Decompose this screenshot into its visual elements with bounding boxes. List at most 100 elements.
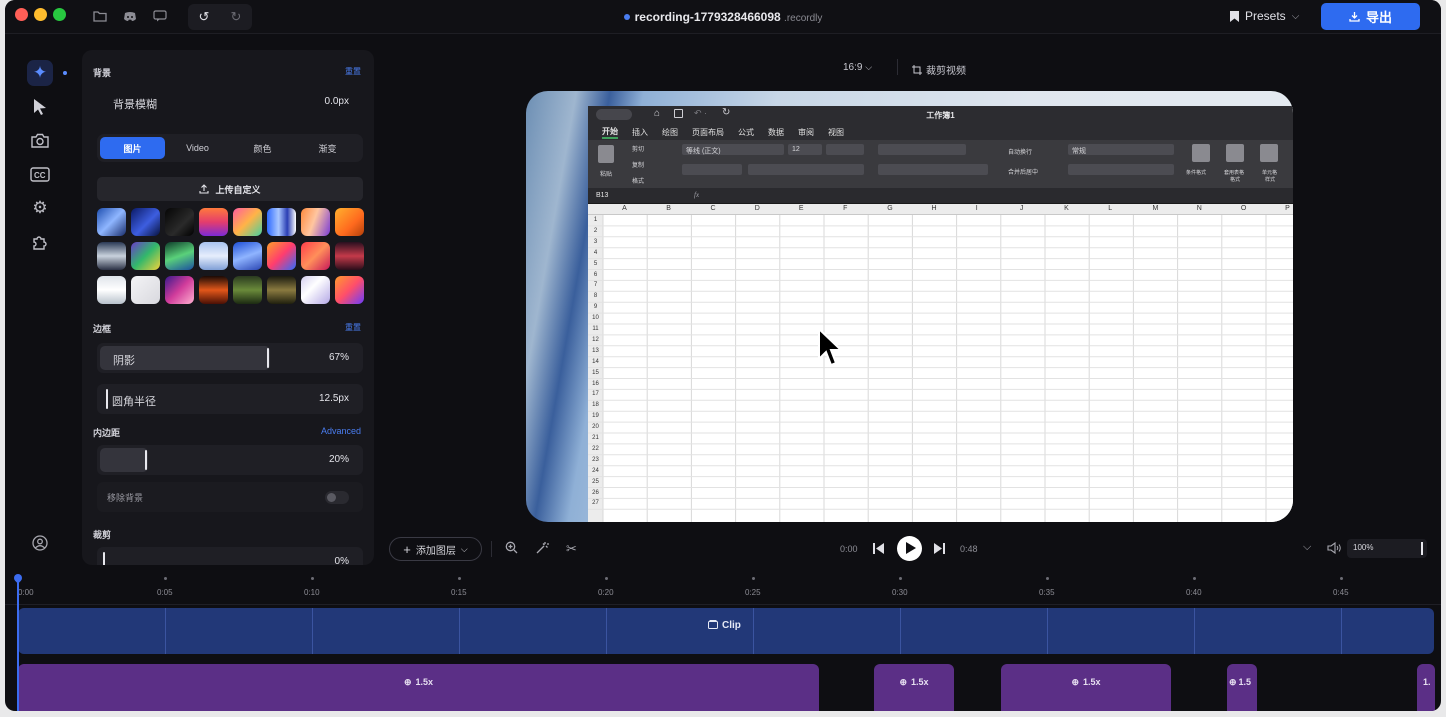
column-header: D [754, 205, 760, 212]
excel-ribbon: 粘贴 剪切 复制 格式 等线 (正文) 12 自动换行 合并后居中 常规 条件格… [588, 140, 1293, 188]
play-button[interactable] [897, 536, 922, 561]
settings-icon[interactable]: ⚙ [27, 195, 53, 221]
background-reset-link[interactable]: 重置 [345, 66, 361, 77]
border-reset-link[interactable]: 重置 [345, 322, 361, 333]
wallpaper-thumb[interactable] [233, 208, 262, 236]
wallpaper-thumb[interactable] [233, 242, 262, 270]
padding-advanced-link[interactable]: Advanced [321, 426, 361, 436]
zoom-in-icon[interactable] [505, 541, 518, 557]
wallpaper-thumb[interactable] [301, 242, 330, 270]
ruler-label: 0:25 [745, 588, 761, 597]
clip-frame-divider [606, 608, 607, 654]
wallpaper-thumb[interactable] [199, 276, 228, 304]
padding-slider-knob[interactable] [145, 450, 147, 470]
zoom-segment[interactable]: ⊕ 1.5x [874, 664, 954, 711]
column-header: B [666, 205, 671, 212]
column-header: G [887, 205, 893, 212]
column-header: J [1019, 205, 1024, 212]
wallpaper-thumb[interactable] [131, 208, 160, 236]
corner-radius-value: 12.5px [318, 393, 349, 404]
background-blur-row[interactable]: 背景模糊 0.0px [97, 87, 363, 117]
tab-gradient[interactable]: 渐变 [295, 137, 360, 159]
timeline-ruler[interactable]: 0:00 0:05 0:10 0:15 0:20 0:25 0:30 0:35 0:40 0:45… [17, 575, 1441, 605]
magic-wand-icon[interactable] [536, 541, 549, 557]
excel-window: ⌂ ↶ · ↻ 工作簿1 开始 插入 绘图 页面布局 公式 数据 审阅 视图 粘… [588, 106, 1293, 522]
tab-color[interactable]: 颜色 [230, 137, 295, 159]
corner-radius-slider-knob[interactable] [106, 389, 108, 409]
skip-forward-icon[interactable] [934, 542, 945, 557]
background-section-title: 背景 [93, 68, 112, 78]
paste-icon [598, 145, 614, 163]
cell-style-icon [1260, 144, 1278, 162]
wallpaper-thumb[interactable] [131, 242, 160, 270]
clip-block[interactable]: Clip [708, 620, 741, 631]
ruler-label: 0:45 [1333, 588, 1349, 597]
ruler-label: 0:05 [157, 588, 173, 597]
chevron-down-icon[interactable]: ⌵ [1303, 541, 1311, 554]
remove-background-toggle[interactable] [325, 491, 349, 504]
wallpaper-thumb[interactable] [335, 276, 364, 304]
wallpaper-thumb[interactable] [233, 276, 262, 304]
crop-video-button[interactable]: 裁剪视频 [912, 62, 966, 77]
timeline-zoom-knob[interactable] [1421, 542, 1423, 555]
window-title: recording-1779328466098 .recordly [5, 10, 1441, 24]
timeline-zoom-slider[interactable]: 100% [1347, 539, 1427, 558]
volume-icon[interactable] [1327, 541, 1341, 557]
wallpaper-thumb[interactable] [165, 276, 194, 304]
zoom-segment[interactable]: ⊕ 1.5 [1227, 664, 1257, 711]
wallpaper-thumb[interactable] [301, 276, 330, 304]
column-header: P [1285, 205, 1290, 212]
tab-image[interactable]: 图片 [100, 137, 165, 159]
wallpaper-thumb[interactable] [335, 242, 364, 270]
extensions-icon[interactable] [27, 229, 53, 255]
wallpaper-thumb[interactable] [165, 242, 194, 270]
zoom-segment[interactable]: ⊕ 1.5x [1001, 664, 1171, 711]
wallpaper-thumb[interactable] [301, 208, 330, 236]
scissors-icon[interactable]: ✂ [566, 541, 577, 557]
ruler-divider [5, 604, 1441, 605]
row-header: 14 [592, 358, 599, 365]
shadow-slider[interactable]: 阴影 67% [97, 343, 363, 373]
app-window: ↺ ↻ recording-1779328466098 .recordly Pr… [5, 0, 1441, 711]
column-header: C [710, 205, 716, 212]
cursor-icon[interactable] [27, 94, 53, 120]
wallpaper-thumb[interactable] [267, 208, 296, 236]
font-grow-buttons [826, 144, 864, 155]
video-preview-canvas[interactable]: ⌂ ↶ · ↻ 工作簿1 开始 插入 绘图 页面布局 公式 数据 审阅 视图 粘… [526, 91, 1293, 522]
zoom-segment[interactable]: 1. [1417, 664, 1435, 711]
export-button[interactable]: 导出 [1321, 3, 1420, 30]
wallpaper-thumb[interactable] [97, 242, 126, 270]
skip-back-icon[interactable] [873, 542, 884, 557]
crop-slider[interactable]: 0% [97, 547, 363, 565]
wallpaper-thumb[interactable] [97, 276, 126, 304]
wallpaper-thumb[interactable] [131, 276, 160, 304]
clip-frame-divider [312, 608, 313, 654]
sparkles-icon[interactable]: ✦ [27, 60, 53, 86]
row-header: 4 [593, 249, 598, 256]
padding-slider[interactable]: 20% [97, 445, 363, 475]
corner-radius-slider[interactable]: 圆角半径 12.5px [97, 384, 363, 414]
file-extension: .recordly [784, 13, 823, 24]
clip-track[interactable]: Clip [18, 608, 1434, 654]
aspect-ratio-dropdown[interactable]: 16:9 ⌵ [843, 62, 872, 73]
wallpaper-thumb[interactable] [335, 208, 364, 236]
wallpaper-thumb[interactable] [267, 276, 296, 304]
add-layer-button[interactable]: + 添加图层 ⌵ [389, 537, 482, 561]
crop-slider-knob[interactable] [103, 552, 105, 565]
camera-icon[interactable] [27, 127, 53, 153]
number-format: 常规 [1072, 148, 1086, 155]
playhead[interactable] [17, 575, 19, 711]
wallpaper-thumb[interactable] [199, 208, 228, 236]
upload-custom-button[interactable]: 上传自定义 [97, 177, 363, 201]
shadow-slider-knob[interactable] [267, 348, 269, 368]
tab-video[interactable]: Video [165, 137, 230, 159]
zoom-segment[interactable]: ⊕ 1.5x [18, 664, 819, 711]
wallpaper-thumb[interactable] [199, 242, 228, 270]
wallpaper-thumb[interactable] [97, 208, 126, 236]
wallpaper-thumb[interactable] [165, 208, 194, 236]
captions-icon[interactable]: CC [27, 161, 53, 187]
presets-dropdown[interactable]: Presets ⌵ [1230, 9, 1299, 23]
wallpaper-thumb[interactable] [267, 242, 296, 270]
account-icon[interactable] [27, 530, 53, 556]
merge-center-label: 合并后居中 [1008, 170, 1039, 176]
